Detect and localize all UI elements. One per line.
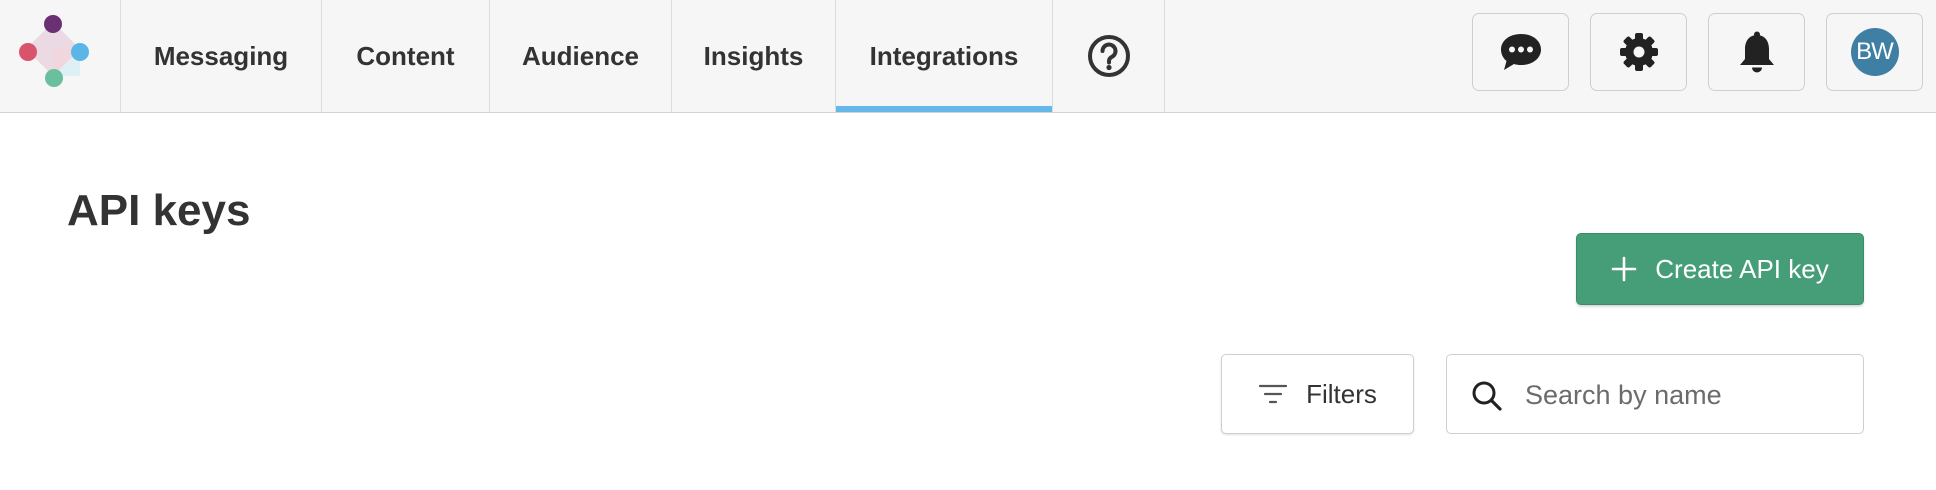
create-api-key-label: Create API key bbox=[1655, 253, 1829, 284]
search-field[interactable] bbox=[1446, 354, 1864, 434]
logo-icon bbox=[19, 15, 89, 87]
create-api-key-button[interactable]: Create API key bbox=[1576, 233, 1864, 305]
filters-label: Filters bbox=[1306, 378, 1377, 409]
tab-integrations[interactable]: Integrations bbox=[836, 0, 1053, 112]
avatar: BW bbox=[1850, 28, 1899, 76]
question-circle-icon bbox=[1087, 35, 1130, 77]
notifications-button[interactable] bbox=[1708, 13, 1805, 91]
plus-icon bbox=[1611, 256, 1637, 282]
help-button[interactable] bbox=[1053, 0, 1165, 112]
main-nav: Messaging Content Audience Insights Inte… bbox=[121, 0, 1165, 112]
tab-insights[interactable]: Insights bbox=[672, 0, 836, 112]
account-menu-button[interactable]: BW bbox=[1826, 13, 1923, 91]
filters-button[interactable]: Filters bbox=[1221, 354, 1414, 434]
filter-icon bbox=[1258, 382, 1288, 406]
tab-content[interactable]: Content bbox=[322, 0, 490, 112]
top-navigation-bar: Messaging Content Audience Insights Inte… bbox=[0, 0, 1936, 113]
tab-label: Messaging bbox=[153, 40, 289, 71]
chat-button[interactable] bbox=[1472, 13, 1569, 91]
gear-icon bbox=[1619, 33, 1658, 71]
chat-icon bbox=[1500, 34, 1541, 70]
search-input[interactable] bbox=[1523, 373, 1847, 417]
bell-icon bbox=[1739, 31, 1774, 73]
tab-messaging[interactable]: Messaging bbox=[121, 0, 322, 112]
tab-label: Audience bbox=[521, 40, 640, 71]
tab-label: Integrations bbox=[869, 40, 1019, 71]
settings-button[interactable] bbox=[1590, 13, 1687, 91]
tab-label: Content bbox=[356, 40, 455, 71]
search-icon bbox=[1471, 380, 1503, 417]
tab-audience[interactable]: Audience bbox=[490, 0, 672, 112]
app-logo[interactable] bbox=[0, 0, 121, 112]
page-title: API keys bbox=[67, 186, 251, 235]
tab-label: Insights bbox=[703, 40, 804, 71]
